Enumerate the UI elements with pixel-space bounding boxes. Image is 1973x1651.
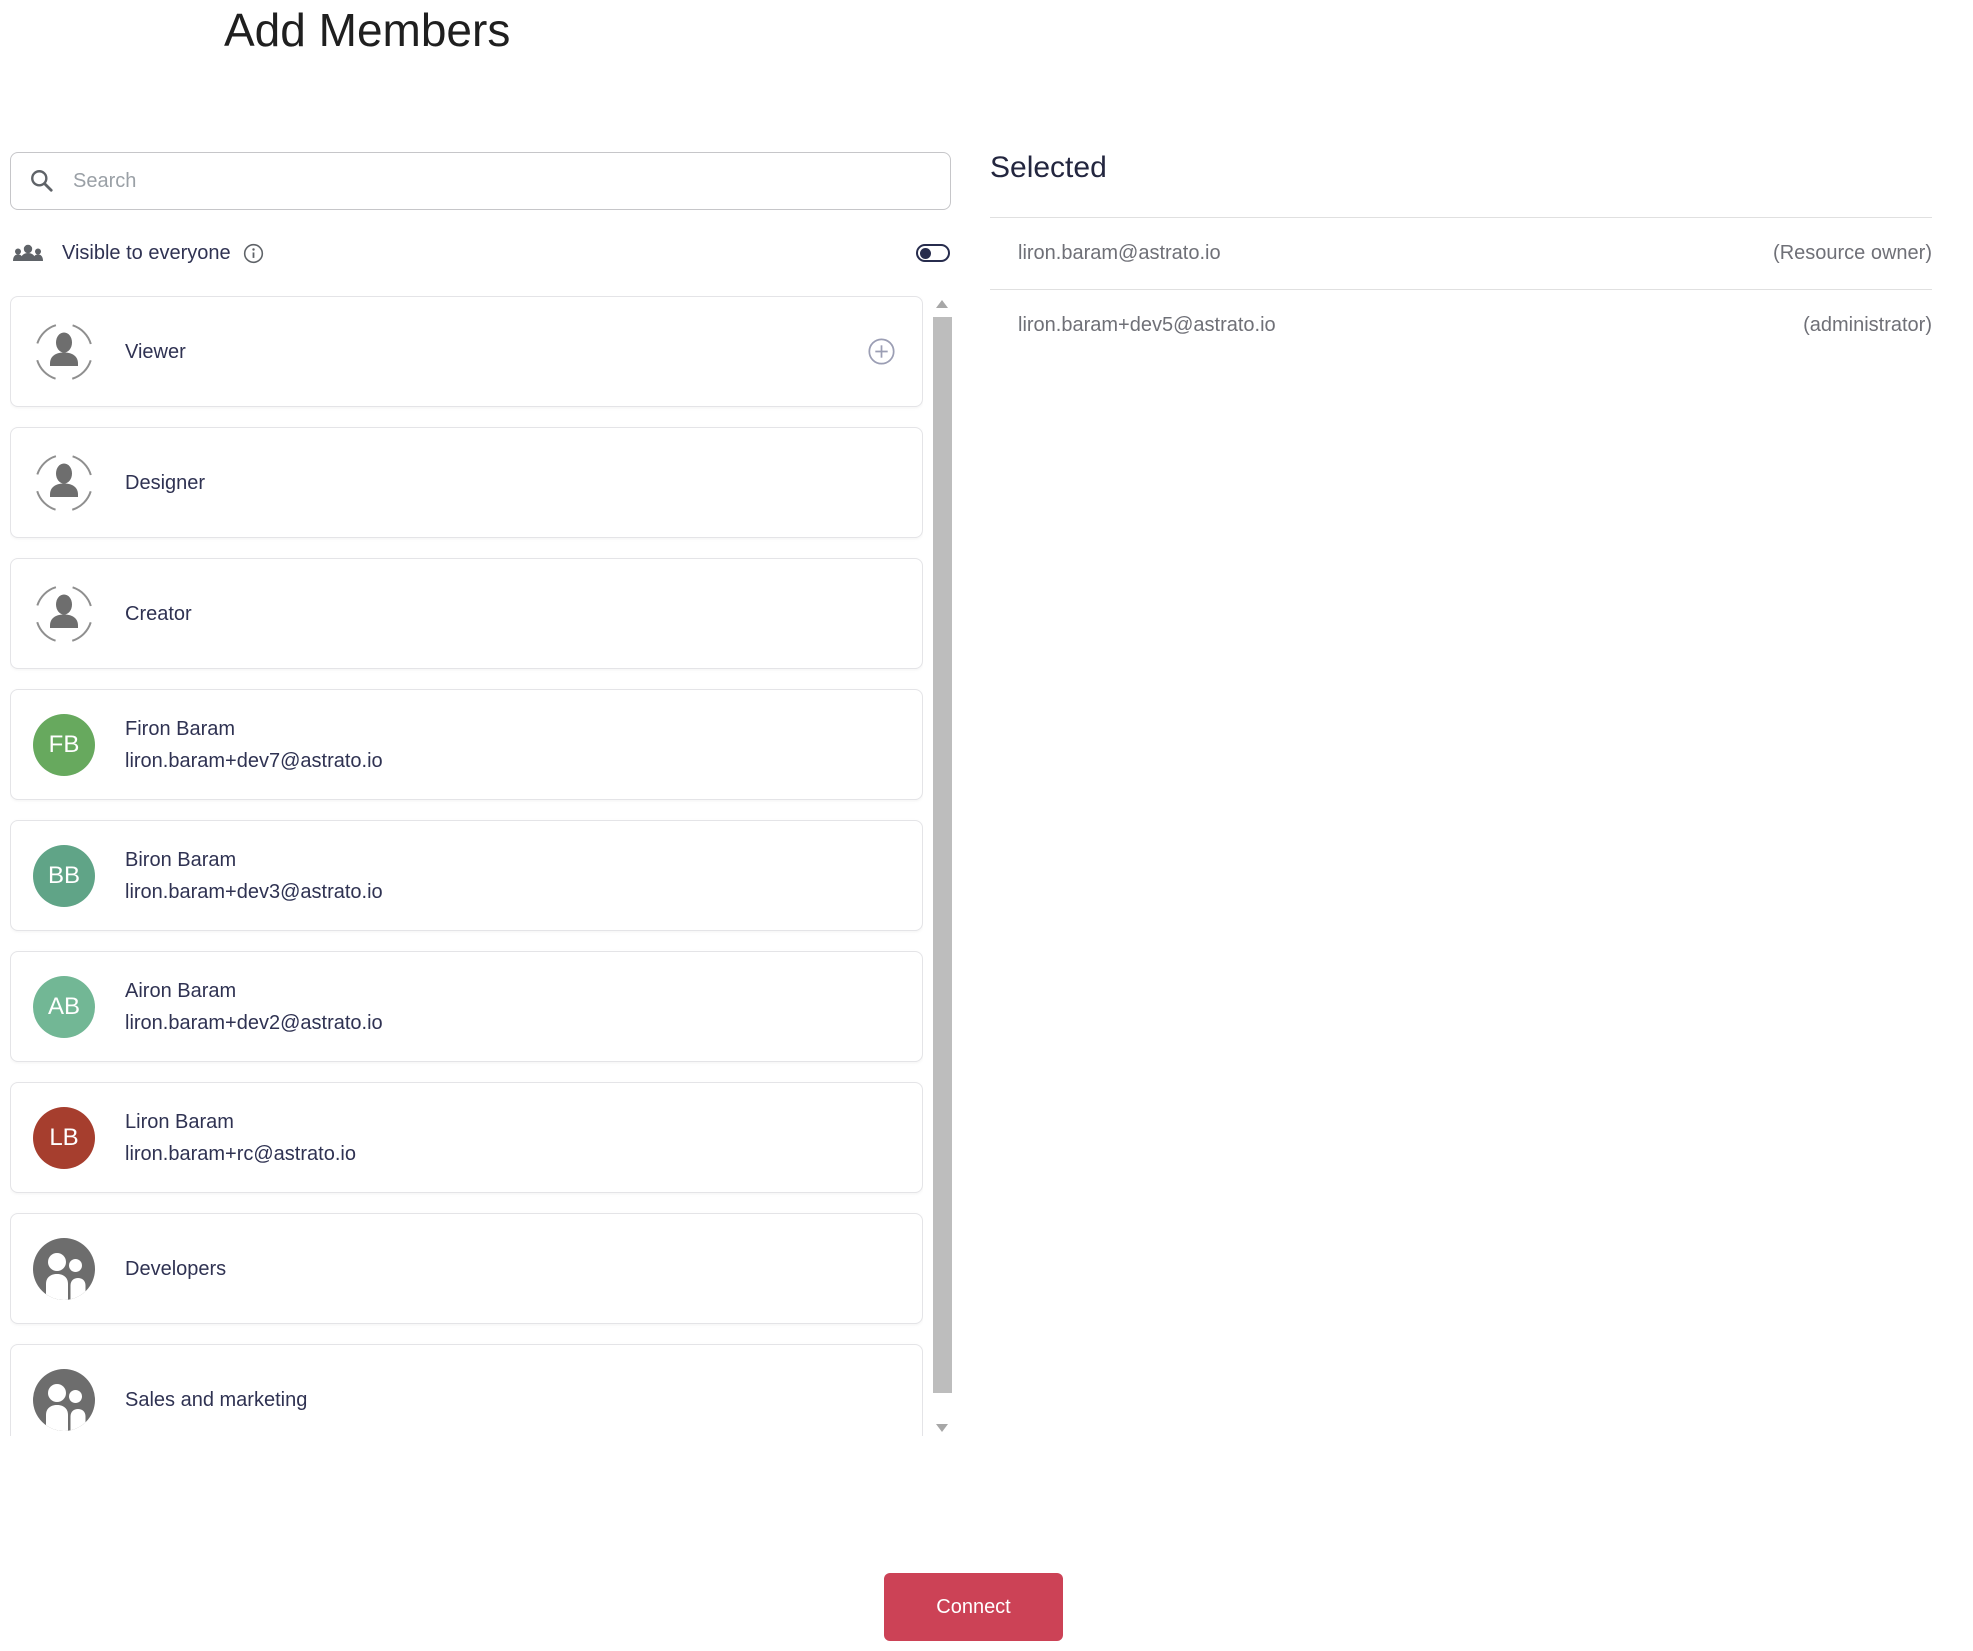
directory-row-user[interactable]: FB Firon Baram liron.baram+dev7@astrato.… (10, 689, 923, 800)
scroll-down-arrow[interactable] (936, 1424, 948, 1432)
user-email: liron.baram+dev7@astrato.io (125, 749, 383, 772)
selected-member-email: liron.baram+dev5@astrato.io (1018, 314, 1276, 336)
directory-row-user[interactable]: LB Liron Baram liron.baram+rc@astrato.io (10, 1082, 923, 1193)
role-person-icon (35, 322, 93, 381)
directory-list: Viewer Designer Creator FB Firon Baram l… (10, 296, 923, 1436)
search-box[interactable] (10, 152, 951, 210)
selected-member-role: (administrator) (1803, 314, 1932, 336)
user-name: Biron Baram (125, 848, 237, 871)
page-title: Add Members (224, 4, 511, 56)
search-input[interactable] (71, 168, 932, 194)
group-label: Sales and marketing (125, 1388, 308, 1411)
scrollbar-thumb[interactable] (933, 317, 952, 1393)
user-avatar: BB (33, 844, 95, 907)
search-icon (31, 170, 53, 192)
group-label: Developers (125, 1257, 227, 1280)
avatar-initials: BB (47, 861, 80, 889)
scroll-up-arrow[interactable] (936, 300, 948, 308)
toggle-knob (920, 247, 931, 259)
user-avatar: AB (33, 975, 95, 1038)
user-name: Airon Baram (125, 979, 237, 1002)
role-person-icon (35, 584, 93, 643)
directory-row-group[interactable]: Sales and marketing (10, 1344, 923, 1436)
visibility-toggle[interactable] (916, 244, 950, 262)
add-member-icon[interactable] (867, 337, 896, 366)
visibility-label: Visible to everyone (62, 241, 231, 264)
user-email: liron.baram+dev2@astrato.io (125, 1011, 383, 1034)
selected-member-email: liron.baram@astrato.io (1018, 242, 1221, 264)
info-icon[interactable] (243, 243, 264, 264)
directory-row-role[interactable]: Designer (10, 427, 923, 538)
groups-icon (13, 244, 43, 261)
avatar-initials: FB (48, 730, 80, 758)
user-email: liron.baram+rc@astrato.io (125, 1142, 356, 1165)
directory-scrollbar[interactable] (933, 296, 952, 1443)
selected-member-role: (Resource owner) (1773, 242, 1932, 264)
directory-row-role[interactable]: Creator (10, 558, 923, 669)
selected-member-row[interactable]: liron.baram+dev5@astrato.io (administrat… (990, 289, 1932, 361)
selected-heading: Selected (990, 151, 1107, 184)
selected-member-row[interactable]: liron.baram@astrato.io (Resource owner) (990, 217, 1932, 289)
selected-list: liron.baram@astrato.io (Resource owner) … (990, 217, 1932, 361)
directory-row-user[interactable]: AB Airon Baram liron.baram+dev2@astrato.… (10, 951, 923, 1062)
role-label: Viewer (125, 340, 186, 363)
user-email: liron.baram+dev3@astrato.io (125, 880, 383, 903)
avatar-initials: AB (47, 992, 80, 1020)
user-avatar: FB (33, 713, 95, 776)
user-name: Liron Baram (125, 1110, 234, 1133)
directory-row-group[interactable]: Developers (10, 1213, 923, 1324)
user-avatar: LB (33, 1106, 95, 1169)
visibility-row: Visible to everyone (12, 236, 952, 270)
user-name: Firon Baram (125, 717, 236, 740)
role-label: Creator (125, 602, 192, 625)
directory-row-role[interactable]: Viewer (10, 296, 923, 407)
connect-button[interactable]: Connect (884, 1573, 1063, 1641)
avatar-initials: LB (49, 1123, 79, 1151)
directory-row-user[interactable]: BB Biron Baram liron.baram+dev3@astrato.… (10, 820, 923, 931)
role-person-icon (35, 453, 93, 512)
group-icon (33, 1369, 95, 1431)
role-label: Designer (125, 471, 206, 494)
group-icon (33, 1238, 95, 1300)
